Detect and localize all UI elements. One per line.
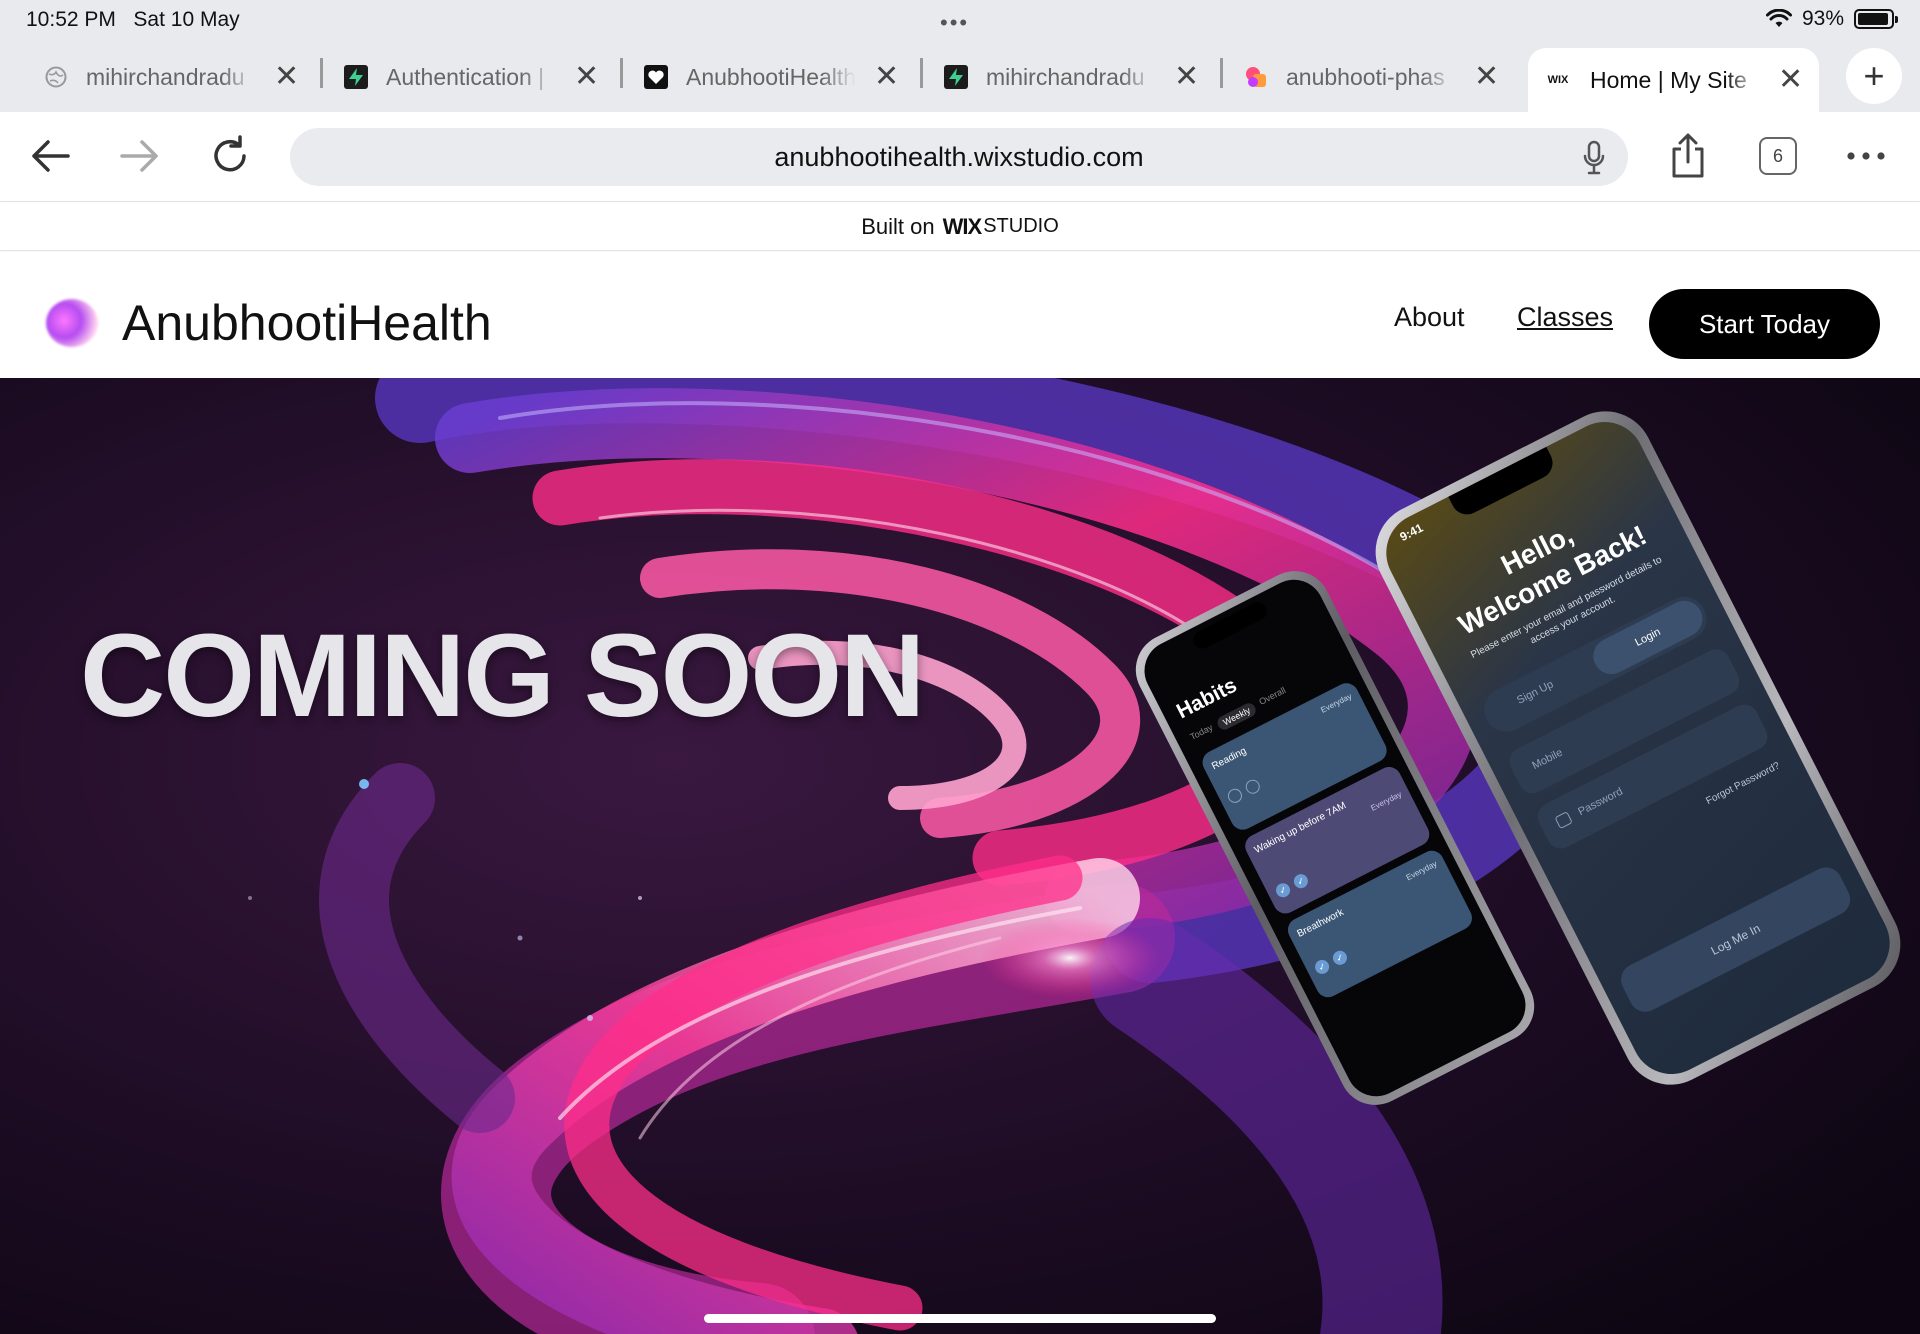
tab-count: 6 [1759, 137, 1797, 175]
tab-title: AnubhootiHealth [686, 63, 856, 90]
supabase-icon [344, 65, 368, 89]
url-text: anubhootihealth.wixstudio.com [774, 141, 1144, 172]
tab-6-active[interactable]: WIX Home | My Site ✕ [1528, 48, 1820, 112]
multitasking-dots-icon[interactable]: ••• [940, 10, 969, 36]
new-tab-button[interactable]: + [1846, 48, 1902, 104]
ipad-screen: 10:52 PM Sat 10 May ••• 93% mihirchandra… [0, 0, 1920, 1334]
browser-toolbar: anubhootihealth.wixstudio.com 6 [0, 112, 1920, 202]
tab-3[interactable]: AnubhootiHealth ✕ [644, 50, 899, 104]
battery-icon [1854, 9, 1898, 29]
nav-classes-link[interactable]: Classes [1517, 302, 1613, 333]
reload-icon [214, 135, 246, 172]
arrow-left-icon [32, 140, 70, 172]
tab-5[interactable]: anubhooti-phas ✕ [1244, 50, 1499, 104]
status-right: 93% [1765, 7, 1898, 31]
built-on-text: Built on [861, 213, 935, 239]
tab-overview-button[interactable]: 6 [1754, 132, 1802, 180]
app-icon [1244, 65, 1268, 89]
close-tab-icon[interactable]: ✕ [574, 62, 599, 92]
status-time: 10:52 PM Sat 10 May [26, 8, 240, 31]
login-button: Log Me In [1615, 861, 1856, 1018]
tab-title: Authentication | [386, 63, 545, 90]
nav-about-link[interactable]: About [1394, 302, 1465, 333]
tab-title: Home | My Site [1590, 66, 1747, 93]
close-tab-icon[interactable]: ✕ [874, 62, 899, 92]
share-icon [1672, 133, 1704, 178]
hero-section: COMING SOON Habits Today Weekly Overall … [0, 378, 1920, 1334]
back-button[interactable] [26, 132, 74, 180]
close-tab-icon[interactable]: ✕ [1778, 65, 1803, 95]
wifi-icon [1765, 9, 1792, 27]
close-tab-icon[interactable]: ✕ [274, 62, 299, 92]
phone-time: 9:41 [1397, 520, 1426, 545]
close-tab-icon[interactable]: ✕ [1474, 62, 1499, 92]
address-bar[interactable]: anubhootihealth.wixstudio.com [290, 128, 1628, 186]
home-indicator[interactable] [704, 1314, 1216, 1323]
tab-title: anubhooti-phas [1286, 63, 1445, 90]
brand-logo-icon[interactable] [46, 299, 98, 347]
globe-icon [44, 65, 68, 89]
wix-studio-banner[interactable]: Built on WIX STUDIO [0, 203, 1920, 251]
wix-logo-text: WIX [942, 213, 983, 239]
arrow-right-icon [120, 140, 158, 172]
tab-strip: mihirchandradu ✕ Authentication | ✕ Anub… [0, 40, 1920, 112]
start-today-button[interactable]: Start Today [1649, 289, 1880, 359]
tab-4[interactable]: mihirchandradu ✕ [944, 50, 1199, 104]
ellipsis-icon [1847, 152, 1885, 160]
reload-button[interactable] [206, 132, 254, 180]
tab-title: mihirchandradu [86, 63, 245, 90]
close-tab-icon[interactable]: ✕ [1174, 62, 1199, 92]
battery-percent: 93% [1801, 7, 1844, 30]
share-button[interactable] [1664, 132, 1712, 180]
wix-icon: WIX [1547, 74, 1569, 86]
studio-logo-text: STUDIO [983, 215, 1059, 237]
site-header: AnubhootiHealth About Classes Start Toda… [0, 252, 1920, 377]
supabase-icon [944, 65, 968, 89]
plus-icon: + [1863, 55, 1885, 96]
brand-name[interactable]: AnubhootiHealth [122, 294, 492, 352]
more-menu-button[interactable] [1842, 132, 1890, 180]
tab-2[interactable]: Authentication | ✕ [344, 50, 599, 104]
tab-1[interactable]: mihirchandradu ✕ [44, 50, 299, 104]
forward-button[interactable] [116, 132, 164, 180]
lock-icon [1554, 811, 1573, 830]
heart-icon [644, 65, 668, 89]
microphone-icon[interactable] [1582, 140, 1606, 176]
coming-soon-heading: COMING SOON [80, 610, 925, 742]
status-bar: 10:52 PM Sat 10 May ••• 93% [0, 0, 1920, 40]
tab-title: mihirchandradu [986, 63, 1145, 90]
